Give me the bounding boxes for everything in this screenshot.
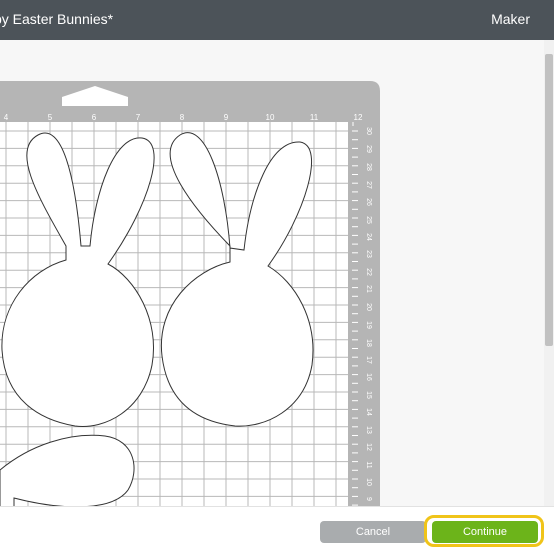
ruler-right-label: 25 — [365, 216, 372, 224]
ruler-right-label: 19 — [365, 321, 372, 329]
ruler-right-label: 11 — [365, 461, 372, 468]
ruler-right-label: 21 — [365, 285, 372, 293]
ruler-right-label: 9 — [365, 497, 372, 501]
ruler-right-label: 18 — [365, 339, 372, 347]
cutting-mat: 4 5 6 7 8 9 10 11 12 30 29 28 27 26 25 2… — [0, 81, 380, 506]
ruler-right-label: 23 — [365, 250, 372, 258]
footer-bar: Cancel Continue — [0, 506, 554, 555]
ruler-right-label: 13 — [365, 426, 372, 434]
vertical-scrollbar[interactable] — [544, 40, 554, 506]
ruler-right-label: 20 — [365, 303, 372, 311]
ruler-top-label: 10 — [266, 113, 275, 122]
ruler-right-label: 29 — [365, 145, 372, 153]
ruler-top-label: 7 — [136, 113, 141, 122]
ruler-right-label: 10 — [365, 478, 372, 486]
continue-button[interactable]: Continue — [432, 521, 538, 543]
header-bar: py Easter Bunnies* Maker — [0, 0, 554, 40]
ruler-right-label: 24 — [365, 233, 372, 241]
project-title: py Easter Bunnies* — [0, 11, 114, 27]
ruler-top-label: 5 — [48, 113, 53, 122]
ruler-right-label: 22 — [365, 268, 372, 276]
cancel-button[interactable]: Cancel — [320, 521, 426, 543]
ruler-top-label: 11 — [310, 113, 319, 122]
ruler-right-label: 27 — [365, 181, 372, 189]
ruler-right-label: 30 — [365, 127, 372, 135]
ruler-right-label: 12 — [365, 443, 372, 451]
machine-name[interactable]: Maker — [491, 11, 530, 27]
ruler-top-label: 8 — [180, 113, 185, 122]
ruler-right-label: 17 — [365, 356, 372, 364]
ruler-right-label: 14 — [365, 408, 372, 416]
ruler-top-label: 6 — [92, 113, 97, 122]
mat-preview-canvas: 4 5 6 7 8 9 10 11 12 30 29 28 27 26 25 2… — [0, 40, 554, 506]
ruler-right-label: 16 — [365, 373, 372, 381]
ruler-top-label: 12 — [354, 113, 363, 122]
ruler-right-label: 28 — [365, 163, 372, 171]
ruler-right-label: 15 — [365, 391, 372, 399]
ruler-top-label: 9 — [224, 113, 229, 122]
ruler-right-label: 26 — [365, 198, 372, 206]
scrollbar-thumb[interactable] — [545, 54, 553, 346]
ruler-top-label: 4 — [4, 113, 9, 122]
